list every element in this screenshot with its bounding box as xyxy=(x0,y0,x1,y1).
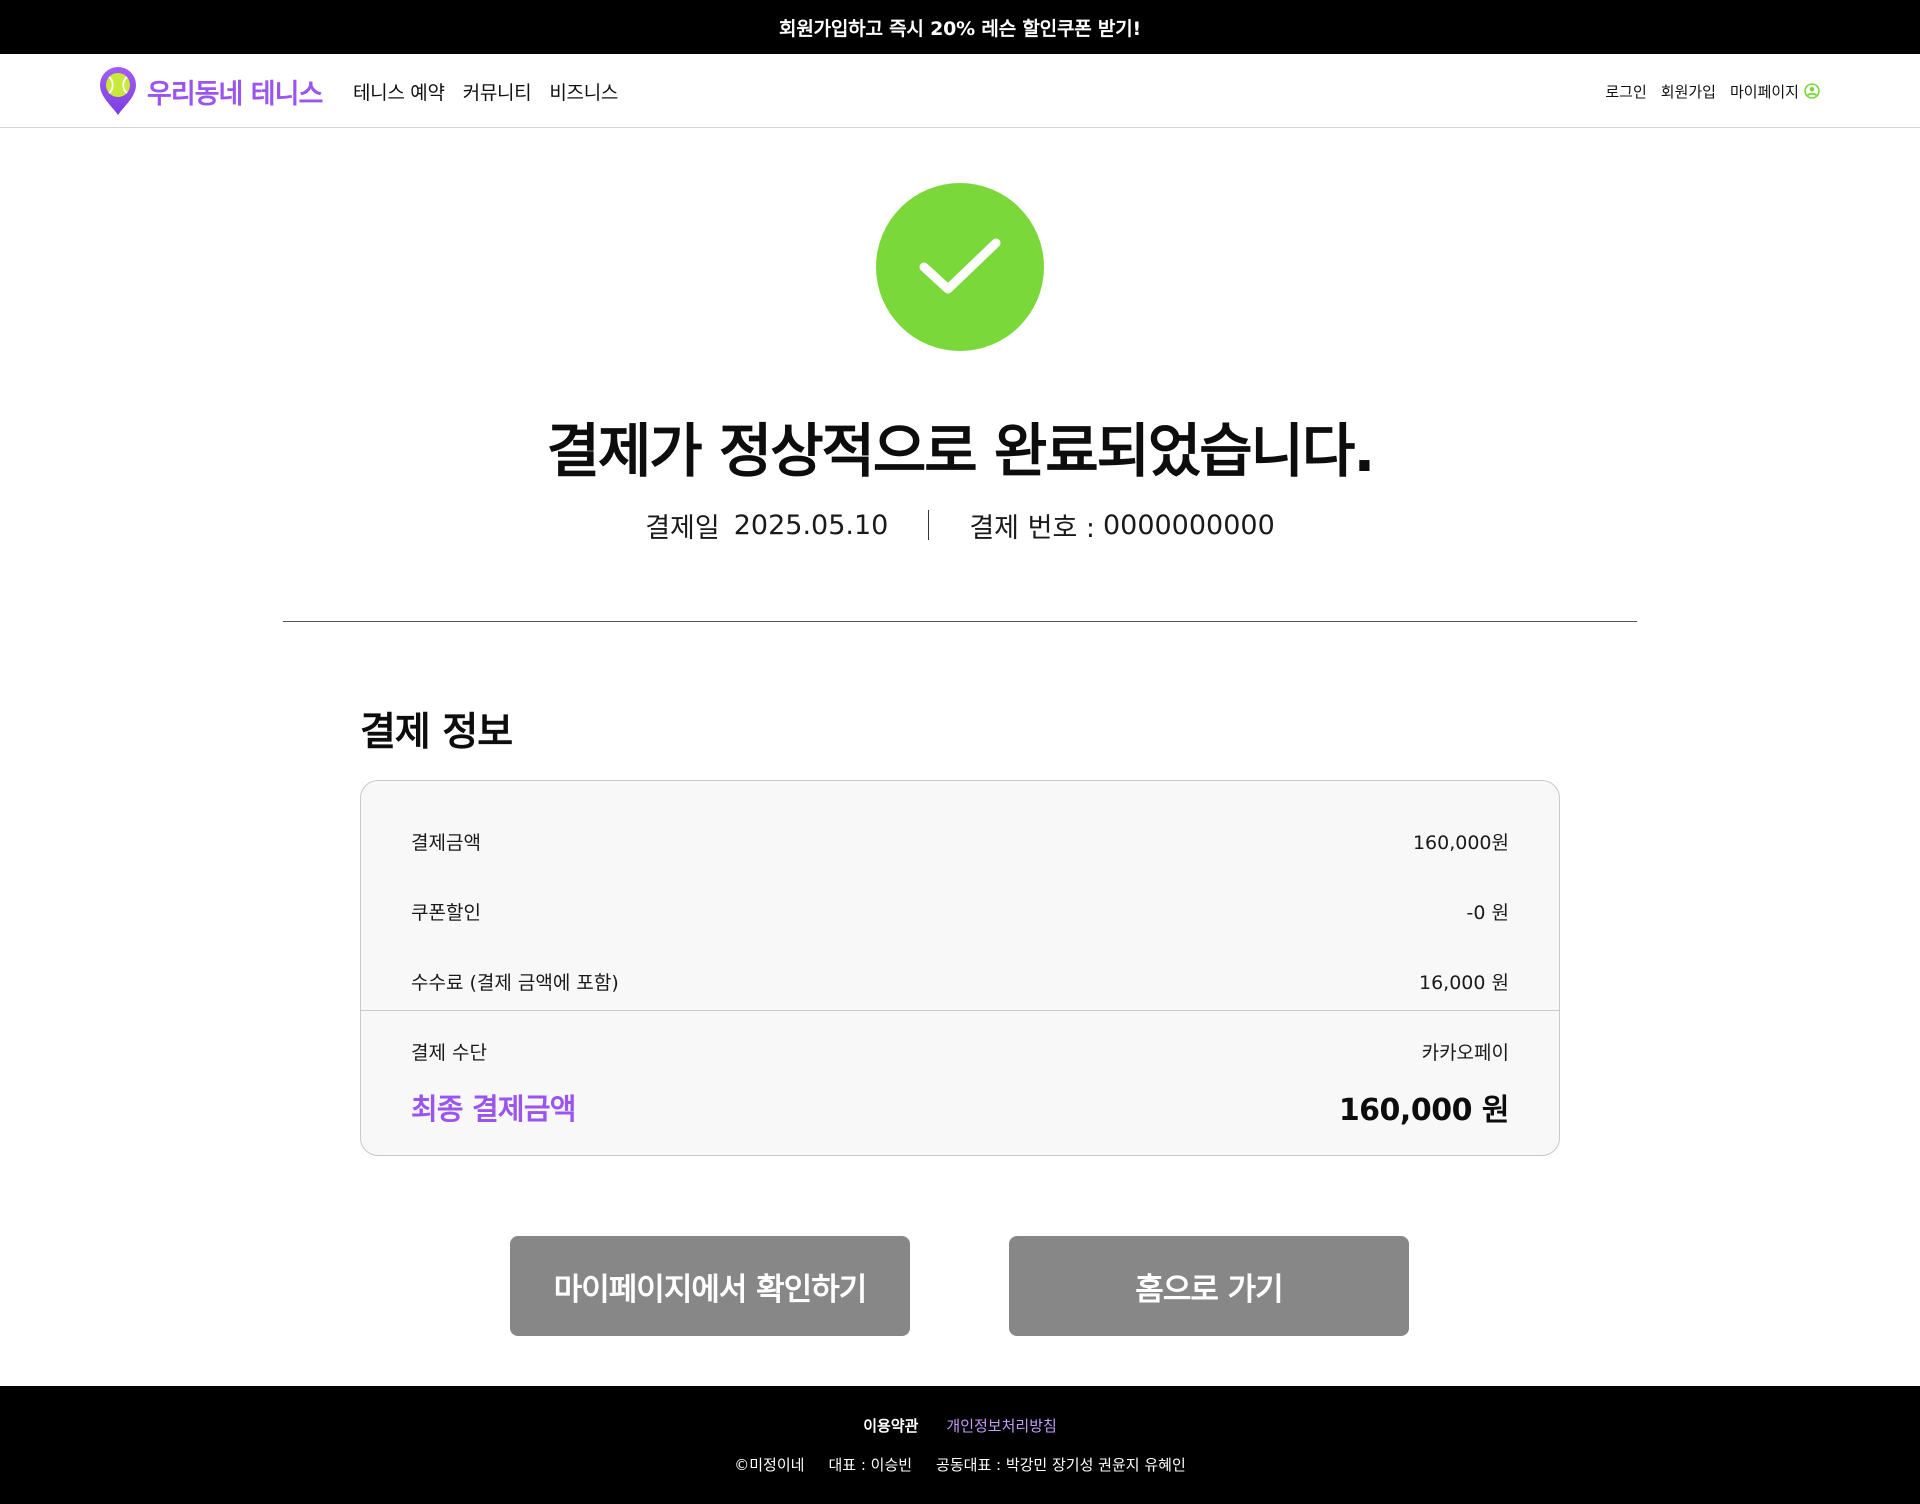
meta-divider xyxy=(928,510,930,540)
payment-date-label: 결제일 xyxy=(645,512,720,544)
privacy-policy-link[interactable]: 개인정보처리방침 xyxy=(946,1415,1056,1436)
row-label: 쿠폰할인 xyxy=(411,901,481,924)
fee-row: 수수료 (결제 금액에 포함) 16,000 원 xyxy=(411,966,1509,996)
mypage-link-label: 마이페이지 xyxy=(1729,82,1799,101)
final-total-row: 최종 결제금액 160,000 원 xyxy=(411,1085,1510,1129)
logo[interactable]: 우리동네 테니스 xyxy=(99,66,323,116)
success-badge xyxy=(876,183,1044,351)
nav-business[interactable]: 비즈니스 xyxy=(549,78,618,105)
login-link[interactable]: 로그인 xyxy=(1605,81,1646,102)
mypage-link[interactable]: 마이페이지 xyxy=(1730,81,1820,102)
nav-tennis-reservation[interactable]: 테니스 예약 xyxy=(353,78,445,105)
logo-text: 우리동네 테니스 xyxy=(147,78,323,110)
payment-info-title: 결제 정보 xyxy=(360,710,513,755)
util-nav: 로그인 회원가입 마이페이지 xyxy=(1605,54,1820,128)
row-value: 16,000 원 xyxy=(1418,971,1509,994)
row-value: 카카오페이 xyxy=(1421,1041,1509,1064)
site-header: 우리동네 테니스 테니스 예약 커뮤니티 비즈니스 로그인 회원가입 마이페이지 xyxy=(0,54,1920,128)
site-footer: 이용약관 개인정보처리방침 ©미정이네 대표 : 이승빈 공동대표 : 박강민 … xyxy=(0,1386,1920,1504)
row-value: 160,000원 xyxy=(1412,831,1509,854)
co-ceo-text: 공동대표 : 박강민 장기성 권윤지 유혜인 xyxy=(936,1456,1186,1474)
payment-amount-row: 결제금액 160,000원 xyxy=(411,826,1509,856)
promo-banner[interactable]: 회원가입하고 즉시 20% 레슨 할인쿠폰 받기! xyxy=(0,0,1920,54)
nav-community[interactable]: 커뮤니티 xyxy=(463,78,532,105)
card-divider xyxy=(361,1010,1559,1011)
row-label: 결제 수단 xyxy=(411,1041,487,1064)
payment-method-row: 결제 수단 카카오페이 xyxy=(411,1036,1509,1066)
go-mypage-button[interactable]: 마이페이지에서 확인하기 xyxy=(510,1236,910,1336)
page-title: 결제가 정상적으로 완료되었습니다. xyxy=(546,417,1376,485)
row-label: 결제금액 xyxy=(411,831,481,854)
coupon-discount-row: 쿠폰할인 -0 원 xyxy=(411,896,1509,926)
payment-meta: 결제일 2025.05.10 결제 번호 : 0000000000 xyxy=(0,503,1920,547)
row-value: -0 원 xyxy=(1466,901,1509,924)
ceo-text: 대표 : 이승빈 xyxy=(828,1456,913,1474)
final-total-label: 최종 결제금액 xyxy=(411,1092,576,1126)
checkmark-icon xyxy=(919,238,1001,294)
promo-banner-text[interactable]: 회원가입하고 즉시 20% 레슨 할인쿠폰 받기! xyxy=(779,14,1141,41)
user-circle-icon xyxy=(1804,83,1820,99)
payment-info-card: 결제금액 160,000원 쿠폰할인 -0 원 수수료 (결제 금액에 포함) … xyxy=(360,780,1560,1156)
main-nav: 테니스 예약 커뮤니티 비즈니스 xyxy=(353,54,618,128)
go-home-button[interactable]: 홈으로 가기 xyxy=(1009,1236,1409,1336)
tennis-ball-pin-icon xyxy=(100,67,136,115)
copyright-text: ©미정이네 xyxy=(734,1456,805,1474)
terms-link[interactable]: 이용약관 xyxy=(863,1415,918,1436)
signup-link[interactable]: 회원가입 xyxy=(1661,81,1716,102)
footer-company-info: ©미정이네 대표 : 이승빈 공동대표 : 박강민 장기성 권윤지 유혜인 xyxy=(0,1454,1920,1475)
final-total-value: 160,000 원 xyxy=(1338,1093,1510,1128)
payment-date: 2025.05.10 xyxy=(733,509,889,541)
footer-links: 이용약관 개인정보처리방침 xyxy=(0,1415,1920,1436)
section-divider xyxy=(283,621,1637,622)
payment-number-label: 결제 번호 : xyxy=(969,512,1095,544)
payment-number: 0000000000 xyxy=(1102,509,1275,541)
row-label: 수수료 (결제 금액에 포함) xyxy=(411,971,619,994)
